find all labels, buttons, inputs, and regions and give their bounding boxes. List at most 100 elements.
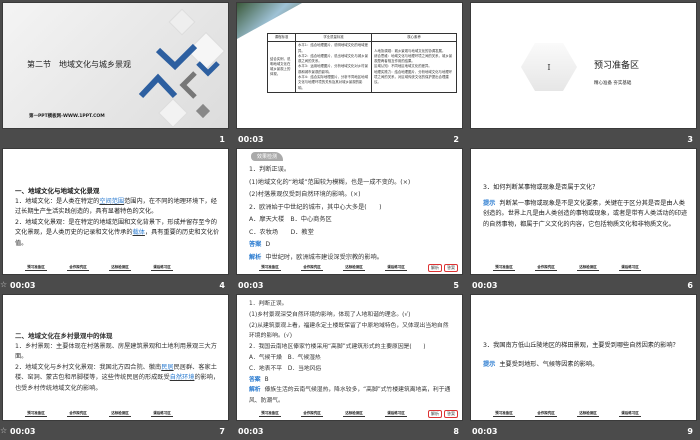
text-line: (2)村落景观仅受到自然环境的影响。(×) bbox=[249, 191, 361, 198]
text-line: 1．判断正误。 bbox=[249, 301, 288, 307]
slide-number: 8 bbox=[453, 427, 459, 436]
slide-number: 4 bbox=[219, 281, 225, 290]
nav-link[interactable]: 合作探究区 bbox=[67, 265, 89, 271]
section-hexagon: I bbox=[521, 43, 577, 91]
section-tag: 效果检测 bbox=[251, 152, 284, 161]
answer-button[interactable]: 答案 bbox=[444, 264, 458, 272]
section-numeral: I bbox=[547, 62, 551, 72]
nav-link[interactable]: 合作探究区 bbox=[535, 411, 557, 417]
slide-thumbnail-9[interactable]: 3．我国南方低山丘陵地区的梯田景观，主要受到哪些自然因素的影响？ 提示 主要受到地… bbox=[470, 294, 699, 440]
analysis-line: 解析 傣族生活的云南气候湿热，降水较多，“高脚”式竹楼建筑离地高，利于通风、防潮气… bbox=[249, 387, 451, 405]
text-line: 2．我国云南地区傣家竹楼采用“高脚”式建筑形式的主要原因是( ) bbox=[249, 344, 426, 351]
nav-link[interactable]: 课后练习区 bbox=[151, 411, 173, 417]
hint-text: 提示 判断某一事物或现象是不是文化要素，关键在于区分其是否是由人类创造的。世界上凡… bbox=[483, 199, 688, 228]
text-line: (2)从建筑景观上看，福建永定土楼既保留了中原地域特色，又体现出当地自然环境的影… bbox=[249, 322, 449, 340]
nav-link[interactable]: 课后练习区 bbox=[151, 265, 173, 271]
section-heading: 一、地域文化与地域文化景观 bbox=[15, 187, 100, 195]
slide-1[interactable]: 第二节 地域文化与城乡景观 第一PPT模板网-WWW.1PPT.COM bbox=[2, 2, 229, 129]
text-line: A．气候干燥 B．气候湿热 bbox=[249, 354, 321, 361]
paragraph-2: 2．地域文化景观：是在特定的地域范围和文化背景下，形成并留存至今的文化景观，是人… bbox=[15, 218, 220, 247]
nav-link[interactable]: 课后练习区 bbox=[619, 265, 641, 271]
table-cell-line: 综合思维：地域文化与地理环境之间的关系，城乡景观是两者相互作用的结果。 bbox=[374, 53, 453, 64]
table-cell-line: 水平2：结合地理图片，说出地域文化与城乡景观之间的关系。 bbox=[298, 53, 368, 64]
slide-5[interactable]: 效果检测 1．判断正误。 (1)地域文化的“地域”范围较为模糊，也是一成不变的。… bbox=[236, 148, 463, 275]
slide-thumbnail-8[interactable]: 1．判断正误。 (1)乡村景观深受自然环境的影响，体现了人地和谐的理念。(√) … bbox=[236, 294, 465, 440]
text-line: A．摩天大楼 B．中心商务区 bbox=[249, 216, 332, 223]
slide-9[interactable]: 3．我国南方低山丘陵地区的梯田景观，主要受到哪些自然因素的影响？ 提示 主要受到地… bbox=[470, 294, 697, 421]
question-text: 3．如何判断某事物或现象是否属于文化？ bbox=[483, 184, 599, 191]
slide-thumbnail-3[interactable]: I 预习准备区 精心准备 夯实基础 3 bbox=[470, 2, 699, 148]
slide-number: 9 bbox=[687, 427, 693, 436]
slide-2[interactable]: 课程标准 学业质量标准 核心素养 结合实例，说明地域文化在城乡景观上的体现。 水平1… bbox=[236, 2, 463, 129]
table-cell-line: 水平3：运用地理图片，分析地域文化对乡村景观和城市景观的影响。 bbox=[298, 64, 368, 74]
slide-nav-bar: 预习准备区 合作探究区 达标检测区 课后练习区 bbox=[25, 265, 173, 271]
nav-link[interactable]: 合作探究区 bbox=[535, 265, 557, 271]
slide-timing: 00:03 bbox=[238, 135, 264, 144]
table-cell-line: 水平4：结合实际地理图片，分析不同地区地域文化与地理环境的关系及其对城乡景观的影… bbox=[298, 75, 368, 90]
geometric-logo-icon bbox=[138, 8, 226, 128]
paragraph-1: 1．乡村景观：主要体现在村落景观、房屋建筑景观和土地利用景观三大方面。 bbox=[15, 342, 217, 361]
text-line: (1)地域文化的“地域”范围较为模糊，也是一成不变的。(×) bbox=[249, 178, 411, 186]
slide-number: 6 bbox=[687, 281, 693, 290]
table-header: 核心素养 bbox=[371, 32, 457, 43]
animation-star-icon: ☆ bbox=[0, 280, 8, 289]
nav-link[interactable]: 达标检测区 bbox=[577, 411, 599, 417]
nav-link[interactable]: 课后练习区 bbox=[385, 265, 407, 271]
table-header: 学业质量标准 bbox=[294, 32, 373, 43]
text-line: C．农牧场 D．教堂 bbox=[249, 228, 314, 236]
nav-link[interactable]: 达标检测区 bbox=[343, 411, 365, 417]
section-subtitle: 精心准备 夯实基础 bbox=[594, 81, 632, 86]
text-line: 2．欧洲始于中世纪的城市，其中心大多是( ) bbox=[249, 203, 382, 211]
nav-link[interactable]: 达标检测区 bbox=[109, 411, 131, 417]
table-cell-line: 地理实践力：结合地理图片，分析地域文化与地理环境之间的关系，对区域传统文化的保护… bbox=[374, 69, 453, 85]
slide-number: 2 bbox=[453, 135, 459, 144]
slide-8[interactable]: 1．判断正误。 (1)乡村景观深受自然环境的影响，体现了人地和谐的理念。(√) … bbox=[236, 294, 463, 421]
slide-4[interactable]: 一、地域文化与地域文化景观 1．地域文化：是人类在特定的空间范围范围内，在不同的… bbox=[2, 148, 229, 275]
slide-thumbnail-5[interactable]: 效果检测 1．判断正误。 (1)地域文化的“地域”范围较为模糊，也是一成不变的。… bbox=[236, 148, 465, 294]
text-line: 1．判断正误。 bbox=[249, 166, 291, 173]
table-cell: 结合实例，说明地域文化在城乡景观上的体现。 bbox=[267, 41, 296, 93]
analysis-button[interactable]: 解析 bbox=[428, 264, 442, 272]
slide-thumbnail-4[interactable]: 一、地域文化与地域文化景观 1．地域文化：是人类在特定的空间范围范围内，在不同的… bbox=[0, 148, 231, 294]
slide-number: 3 bbox=[687, 135, 693, 144]
question-text: 3．我国南方低山丘陵地区的梯田景观，主要受到哪些自然因素的影响？ bbox=[483, 342, 679, 349]
watermark-text: 第一PPT模板网-WWW.1PPT.COM bbox=[29, 114, 105, 119]
slide-thumbnail-6[interactable]: 3．如何判断某事物或现象是否属于文化？ 提示 判断某一事物或现象是不是文化要素，关… bbox=[470, 148, 699, 294]
text-line: C．地表不平 D．当地风俗 bbox=[249, 365, 322, 372]
nav-link[interactable]: 合作探究区 bbox=[301, 265, 323, 271]
nav-link[interactable]: 预习准备区 bbox=[493, 265, 515, 271]
table-cell-line: 水平1：结合地理图片，说明地域文化的地域差异。 bbox=[298, 43, 368, 53]
slide-thumbnail-2[interactable]: 课程标准 学业质量标准 核心素养 结合实例，说明地域文化在城乡景观上的体现。 水平1… bbox=[236, 2, 465, 148]
nav-link[interactable]: 达标检测区 bbox=[109, 265, 131, 271]
animation-star-icon: ☆ bbox=[0, 426, 8, 435]
analysis-button[interactable]: 解析 bbox=[428, 410, 442, 418]
slide-3[interactable]: I 预习准备区 精心准备 夯实基础 bbox=[470, 2, 697, 129]
slide-timing: 00:03 bbox=[238, 281, 264, 290]
answer-line: 答案 D bbox=[249, 241, 271, 248]
text-line: (1)乡村景观深受自然环境的影响，体现了人地和谐的理念。(√) bbox=[249, 311, 411, 318]
nav-link[interactable]: 达标检测区 bbox=[343, 265, 365, 271]
slide-timing: 00:03 bbox=[472, 427, 498, 436]
nav-link[interactable]: 预习准备区 bbox=[259, 265, 281, 271]
slide-thumbnail-7[interactable]: 二、地域文化在乡村景观中的体现 1．乡村景观：主要体现在村落景观、房屋建筑景观和… bbox=[0, 294, 231, 440]
nav-link[interactable]: 课后练习区 bbox=[619, 411, 641, 417]
nav-link[interactable]: 预习准备区 bbox=[25, 411, 47, 417]
table-header: 课程标准 bbox=[267, 32, 296, 43]
nav-link[interactable]: 达标检测区 bbox=[577, 265, 599, 271]
slide-timing: 00:03 bbox=[10, 281, 36, 290]
slide-thumbnail-1[interactable]: 第二节 地域文化与城乡景观 第一PPT模板网-WWW.1PPT.COM 1 bbox=[2, 2, 231, 148]
nav-link[interactable]: 课后练习区 bbox=[385, 411, 407, 417]
slide-timing: 00:03 bbox=[10, 427, 36, 436]
slide-6[interactable]: 3．如何判断某事物或现象是否属于文化？ 提示 判断某一事物或现象是不是文化要素，关… bbox=[470, 148, 697, 275]
hint-text: 提示 主要受到地形、气候等因素的影响。 bbox=[483, 360, 599, 368]
slide-7[interactable]: 二、地域文化在乡村景观中的体现 1．乡村景观：主要体现在村落景观、房屋建筑景观和… bbox=[2, 294, 229, 421]
nav-link[interactable]: 合作探究区 bbox=[301, 411, 323, 417]
section-heading: 二、地域文化在乡村景观中的体现 bbox=[15, 332, 113, 340]
nav-link[interactable]: 预习准备区 bbox=[25, 265, 47, 271]
nav-link[interactable]: 预习准备区 bbox=[259, 411, 281, 417]
slide-title: 第二节 地域文化与城乡景观 bbox=[27, 60, 131, 69]
answer-button[interactable]: 答案 bbox=[444, 410, 458, 418]
nav-link[interactable]: 合作探究区 bbox=[67, 411, 89, 417]
nav-link[interactable]: 预习准备区 bbox=[493, 411, 515, 417]
analysis-line: 解析 中世纪时，欧洲城市建设深受宗教的影响。 bbox=[249, 253, 383, 261]
